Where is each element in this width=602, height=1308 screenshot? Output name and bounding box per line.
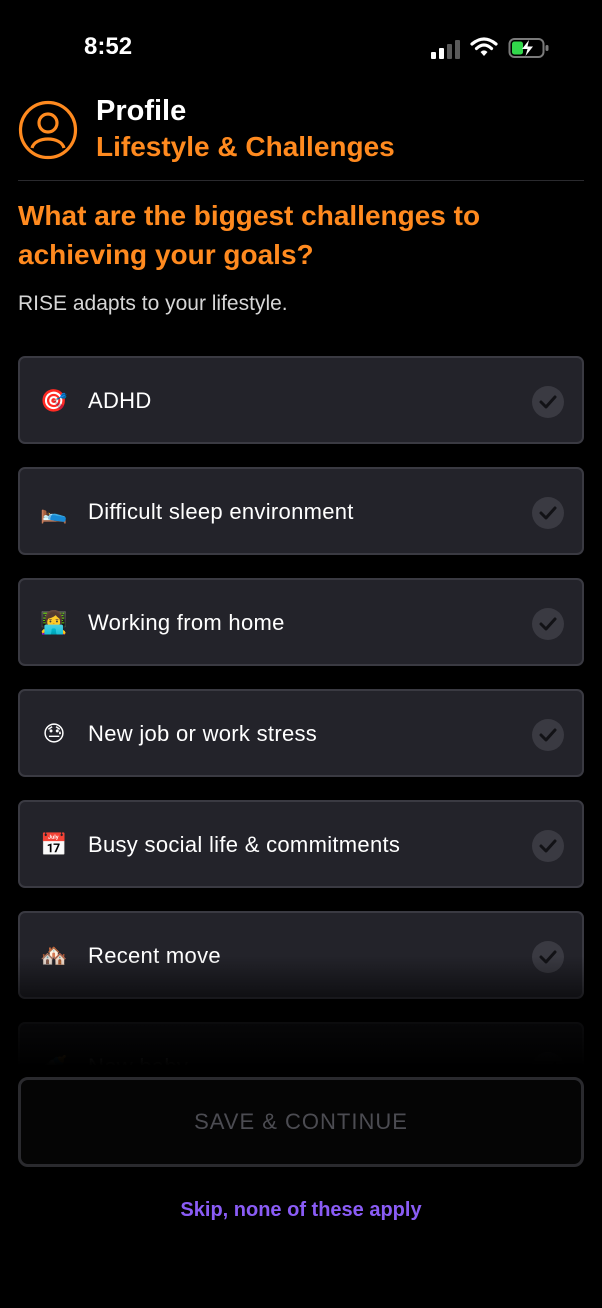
checkmark-icon (532, 941, 564, 973)
wifi-icon (470, 37, 498, 56)
houses-icon: 🏘️ (40, 943, 68, 968)
checkmark-icon (532, 719, 564, 751)
checkmark-icon (532, 497, 564, 529)
question-subtext: RISE adapts to your lifestyle. (18, 292, 288, 315)
option-new-baby[interactable]: 🍼 New baby (18, 1022, 584, 1066)
page-subtitle: Lifestyle & Challenges (96, 131, 395, 162)
option-label: ADHD (88, 388, 152, 413)
profile-icon (18, 100, 78, 160)
calendar-icon: 📅 (40, 832, 68, 857)
header-divider (18, 180, 584, 181)
option-label: New baby (88, 1054, 188, 1066)
checkmark-icon (532, 1052, 564, 1066)
skip-link[interactable]: Skip, none of these apply (0, 1199, 602, 1222)
option-difficult-sleep-environment[interactable]: 🛌 Difficult sleep environment (18, 467, 584, 555)
sweat-face-icon: 😓 (42, 721, 66, 746)
save-continue-button[interactable]: SAVE & CONTINUE (18, 1077, 584, 1167)
option-busy-social-life[interactable]: 📅 Busy social life & commitments (18, 800, 584, 888)
option-label: Difficult sleep environment (88, 499, 354, 524)
option-label: Busy social life & commitments (88, 832, 401, 857)
option-label: Recent move (88, 943, 221, 968)
checkmark-icon (532, 830, 564, 862)
bed-icon: 🛌 (40, 499, 68, 524)
status-bar: 8:52 (0, 0, 602, 90)
signal-icon (431, 39, 461, 59)
checkmark-icon (532, 608, 564, 640)
option-label: Working from home (88, 610, 285, 635)
option-new-job-or-work-stress[interactable]: 😓 New job or work stress (18, 689, 584, 777)
page-header: Profile Lifestyle & Challenges (18, 95, 584, 168)
status-time: 8:52 (84, 33, 133, 60)
option-label: New job or work stress (88, 721, 318, 746)
target-icon: 🎯 (40, 388, 68, 413)
baby-bottle-icon: 🍼 (40, 1052, 68, 1066)
challenge-option-list: 🎯 ADHD 🛌 Difficult sleep environment 👩‍💻… (18, 356, 584, 1066)
laptop-worker-icon: 👩‍💻 (40, 610, 68, 635)
page-title: Profile (96, 95, 187, 127)
battery-charging-icon (508, 38, 549, 58)
option-recent-move[interactable]: 🏘️ Recent move (18, 911, 584, 999)
option-working-from-home[interactable]: 👩‍💻 Working from home (18, 578, 584, 666)
option-adhd[interactable]: 🎯 ADHD (18, 356, 584, 444)
checkmark-icon (532, 386, 564, 418)
question-heading: What are the biggest challenges to achie… (18, 200, 481, 270)
